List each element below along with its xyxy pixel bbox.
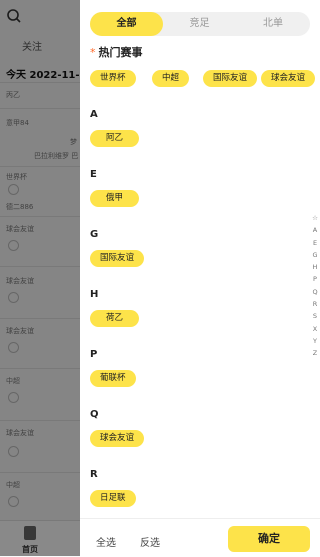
- section-letter: Q: [90, 409, 99, 420]
- league-chip[interactable]: 国际友谊: [90, 250, 145, 267]
- index-letter[interactable]: H: [310, 261, 320, 273]
- hot-events-label: 热门赛事: [98, 46, 143, 59]
- hot-events-title: * 热门赛事: [90, 44, 143, 60]
- section-letter: E: [90, 169, 97, 180]
- section-letter: H: [90, 289, 99, 300]
- index-letter[interactable]: A: [310, 224, 320, 236]
- tab-all[interactable]: 全部: [90, 12, 163, 36]
- index-letter[interactable]: R: [310, 298, 320, 310]
- confirm-button[interactable]: 确定: [228, 526, 310, 552]
- league-chip[interactable]: 荷乙: [90, 310, 140, 327]
- league-chip[interactable]: 日足联: [90, 490, 136, 507]
- select-all-button[interactable]: 全选: [96, 534, 116, 549]
- league-chip[interactable]: 球会友谊: [261, 70, 316, 87]
- section-letter: A: [90, 109, 98, 120]
- index-letter[interactable]: G: [310, 249, 320, 261]
- index-letter[interactable]: Z: [310, 347, 320, 359]
- league-chip[interactable]: 世界杯: [90, 70, 136, 87]
- invert-selection-button[interactable]: 反选: [140, 534, 160, 549]
- league-chip[interactable]: 国际友谊: [203, 70, 258, 87]
- index-letter[interactable]: P: [310, 273, 320, 285]
- index-letter[interactable]: Y: [310, 335, 320, 347]
- league-chip[interactable]: 俄甲: [90, 190, 140, 207]
- overlay-mask[interactable]: [0, 0, 80, 556]
- index-letter[interactable]: ☆: [310, 212, 320, 224]
- index-letter[interactable]: Q: [310, 286, 320, 298]
- league-chip[interactable]: 葡联杯: [90, 370, 136, 387]
- index-letter[interactable]: E: [310, 237, 320, 249]
- star-icon: *: [90, 46, 96, 59]
- section-letter: P: [90, 349, 98, 360]
- section-letter: G: [90, 229, 99, 240]
- league-chip[interactable]: 球会友谊: [90, 430, 145, 447]
- league-chip[interactable]: 阿乙: [90, 130, 140, 147]
- index-letter[interactable]: S: [310, 310, 320, 322]
- tab-jingzu[interactable]: 竞足: [163, 12, 236, 36]
- alphabet-index[interactable]: ☆ A E G H P Q R S X Y Z: [310, 212, 320, 360]
- tab-beidan[interactable]: 北单: [236, 12, 310, 36]
- section-letter: R: [90, 469, 98, 480]
- league-chip[interactable]: 中超: [152, 70, 190, 87]
- index-letter[interactable]: X: [310, 323, 320, 335]
